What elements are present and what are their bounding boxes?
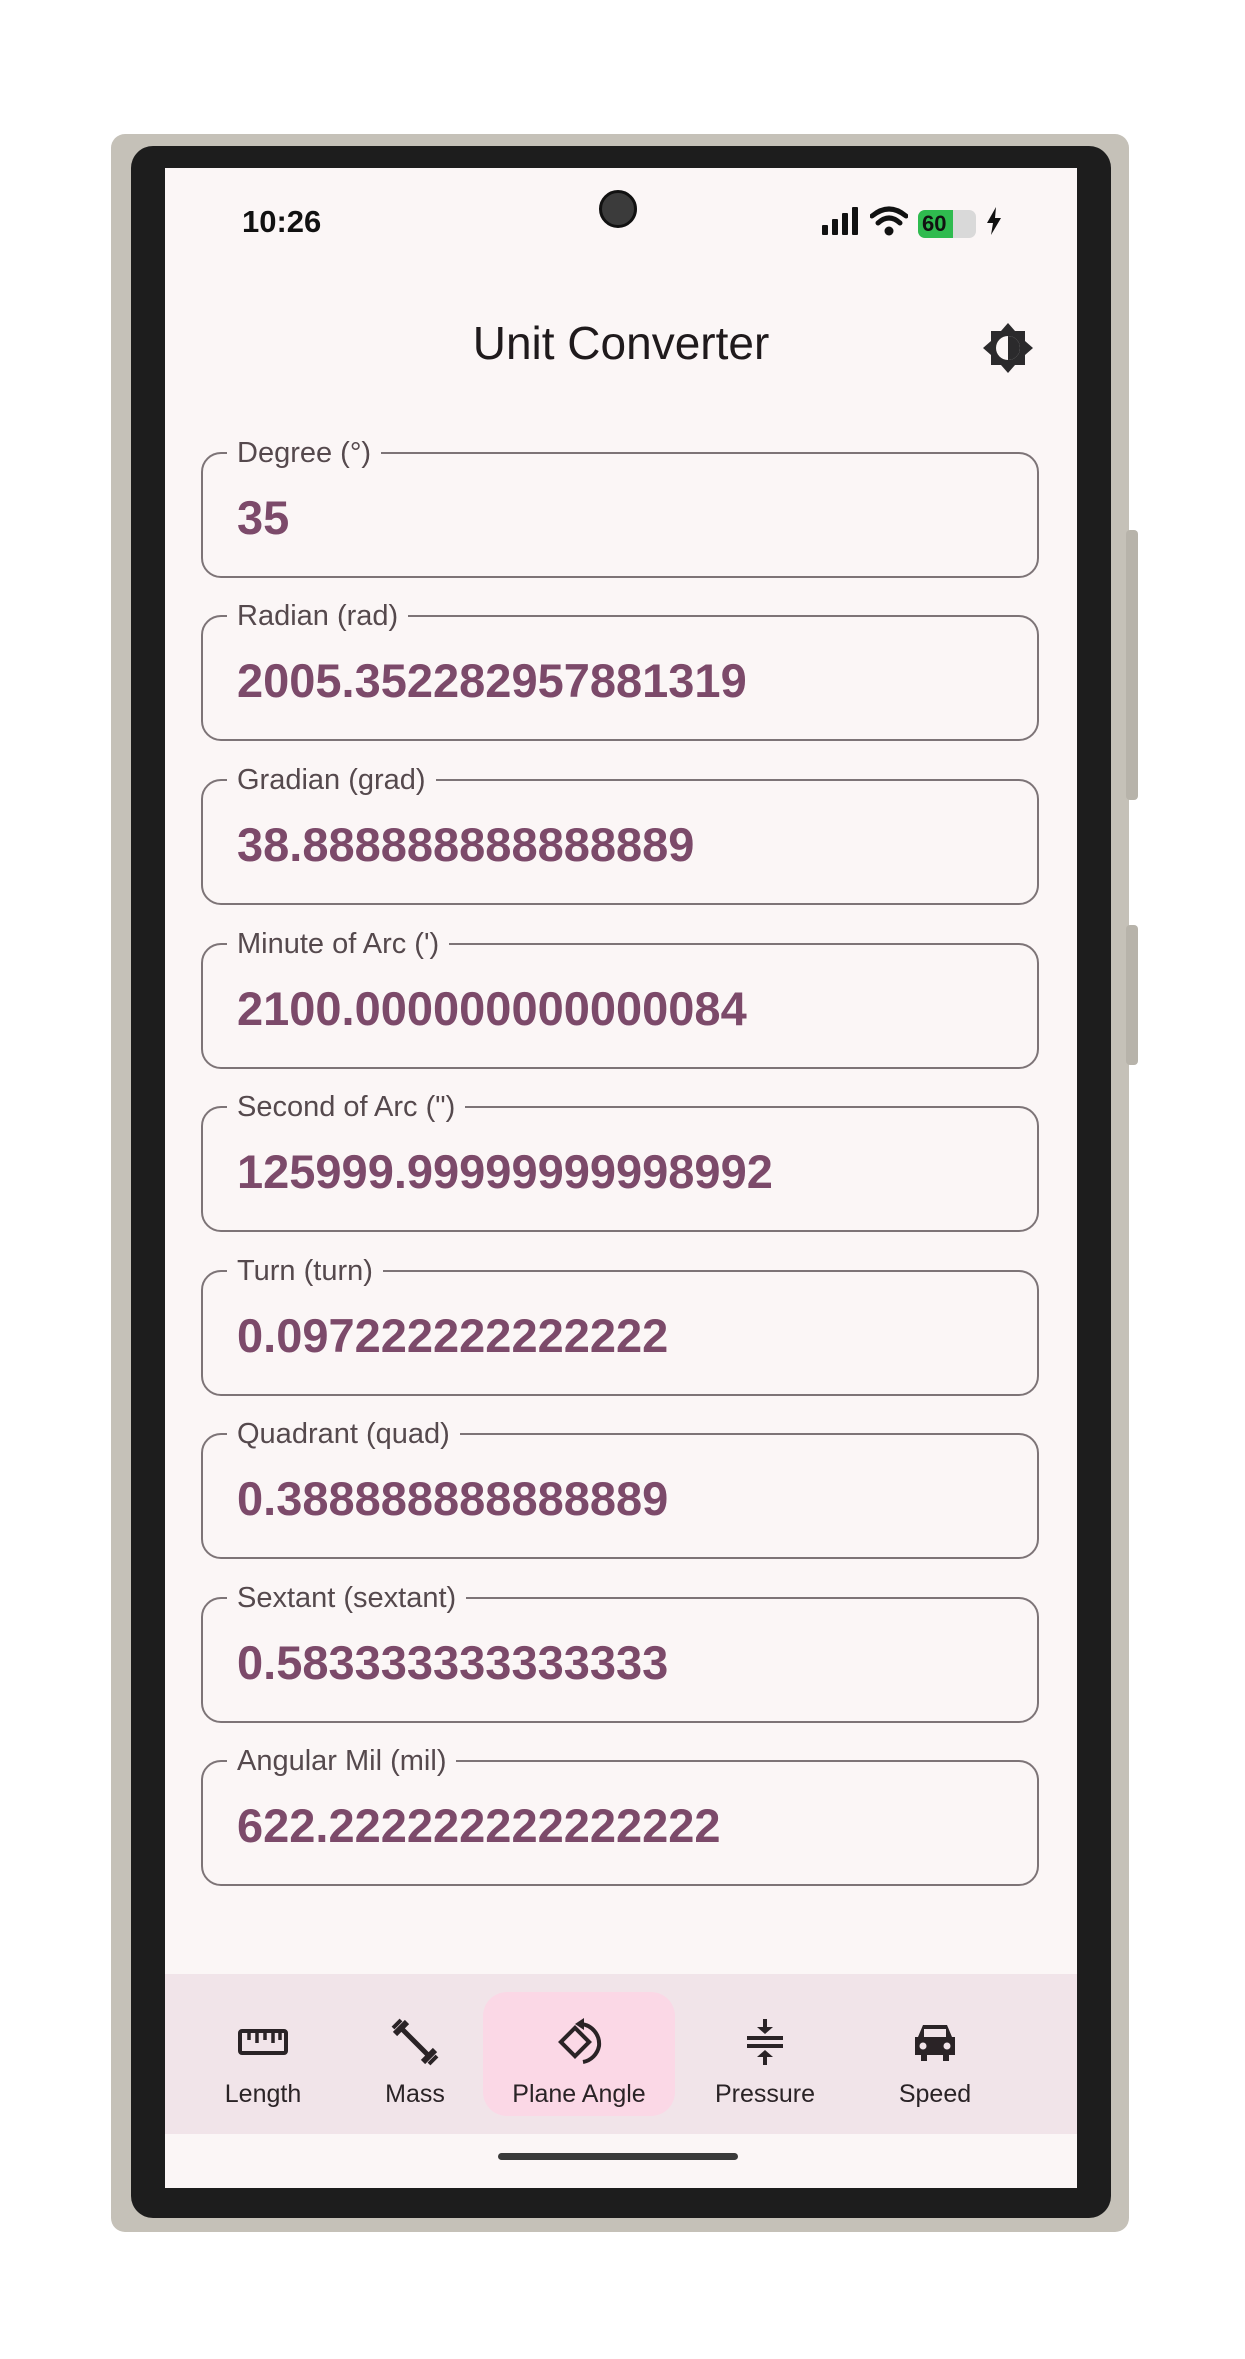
home-indicator[interactable] bbox=[498, 2153, 738, 2160]
nav-label-speed: Speed bbox=[898, 2080, 972, 2108]
degree-field[interactable]: Degree (°) 35 bbox=[201, 436, 1039, 578]
car-icon bbox=[915, 2025, 955, 2061]
signal-icon bbox=[820, 207, 860, 240]
status-time: 10:26 bbox=[242, 204, 322, 239]
brightness-icon bbox=[983, 323, 1033, 373]
app-title: Unit Converter bbox=[472, 317, 770, 369]
bottom-navigation: Length Mass Plane Angle Pressure Speed bbox=[165, 1974, 1077, 2134]
gradian-input[interactable]: 38.888888888888889 bbox=[237, 817, 694, 873]
second-of-arc-label: Second of Arc (") bbox=[227, 1090, 466, 1124]
charging-icon bbox=[986, 207, 1002, 240]
degree-label: Degree (°) bbox=[227, 436, 382, 470]
volume-button bbox=[1126, 530, 1138, 800]
degree-input[interactable]: 35 bbox=[237, 490, 289, 546]
sextant-label: Sextant (sextant) bbox=[227, 1581, 467, 1615]
sextant-input[interactable]: 0.583333333333333 bbox=[237, 1635, 668, 1691]
ruler-icon bbox=[238, 2029, 288, 2055]
second-of-arc-input[interactable]: 125999.99999999998992 bbox=[237, 1144, 773, 1200]
angular-mil-input[interactable]: 622.222222222222222 bbox=[237, 1798, 721, 1854]
turn-label: Turn (turn) bbox=[227, 1254, 383, 1288]
minute-of-arc-label: Minute of Arc (') bbox=[227, 927, 450, 961]
turn-input[interactable]: 0.097222222222222 bbox=[237, 1308, 668, 1364]
dumbbell-icon bbox=[391, 2018, 439, 2066]
radian-field[interactable]: Radian (rad) 2005.352282957881319 bbox=[201, 599, 1039, 741]
minute-of-arc-input[interactable]: 2100.000000000000084 bbox=[237, 981, 747, 1037]
screen: 10:26 60 Unit Converter Degree (°) 35 Ra… bbox=[165, 168, 1077, 2188]
status-icons: 60 bbox=[820, 206, 1002, 241]
quadrant-field[interactable]: Quadrant (quad) 0.388888888888889 bbox=[201, 1417, 1039, 1559]
nav-item-mass[interactable]: Mass bbox=[345, 1974, 485, 2134]
battery-text: 60 bbox=[922, 210, 947, 236]
rotate-angle-icon bbox=[558, 2018, 602, 2064]
nav-label-plane-angle: Plane Angle bbox=[512, 2080, 646, 2108]
nav-item-pressure[interactable]: Pressure bbox=[685, 1974, 845, 2134]
angular-mil-label: Angular Mil (mil) bbox=[227, 1744, 457, 1778]
nav-label-mass: Mass bbox=[385, 2080, 445, 2108]
nav-item-speed[interactable]: Speed bbox=[855, 1974, 1015, 2134]
nav-label-pressure: Pressure bbox=[714, 2080, 816, 2108]
angular-mil-field[interactable]: Angular Mil (mil) 622.222222222222222 bbox=[201, 1744, 1039, 1886]
nav-item-length[interactable]: Length bbox=[193, 1974, 333, 2134]
nav-item-plane-angle[interactable]: Plane Angle bbox=[483, 1974, 675, 2134]
nav-label-length: Length bbox=[224, 2080, 302, 2108]
radian-input[interactable]: 2005.352282957881319 bbox=[237, 653, 747, 709]
second-of-arc-field[interactable]: Second of Arc (") 125999.99999999998992 bbox=[201, 1090, 1039, 1232]
compress-icon bbox=[747, 2019, 783, 2065]
power-button bbox=[1126, 925, 1138, 1065]
minute-of-arc-field[interactable]: Minute of Arc (') 2100.000000000000084 bbox=[201, 927, 1039, 1069]
turn-field[interactable]: Turn (turn) 0.097222222222222 bbox=[201, 1254, 1039, 1396]
sextant-field[interactable]: Sextant (sextant) 0.583333333333333 bbox=[201, 1581, 1039, 1723]
status-bar: 10:26 60 bbox=[165, 168, 1077, 278]
battery-icon: 60 bbox=[918, 209, 976, 238]
front-camera bbox=[599, 190, 637, 228]
wifi-icon bbox=[869, 206, 909, 241]
gradian-label: Gradian (grad) bbox=[227, 763, 436, 797]
theme-toggle-button[interactable] bbox=[980, 320, 1036, 376]
quadrant-label: Quadrant (quad) bbox=[227, 1417, 460, 1451]
gradian-field[interactable]: Gradian (grad) 38.888888888888889 bbox=[201, 763, 1039, 905]
radian-label: Radian (rad) bbox=[227, 599, 409, 633]
quadrant-input[interactable]: 0.388888888888889 bbox=[237, 1471, 668, 1527]
battery-level: 60 bbox=[918, 209, 953, 238]
